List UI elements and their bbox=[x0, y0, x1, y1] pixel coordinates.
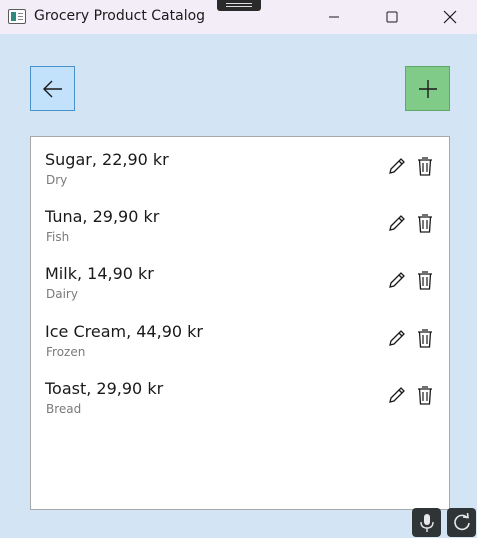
product-category: Dairy bbox=[46, 287, 78, 301]
product-name: Sugar, 22,90 kr bbox=[45, 150, 169, 169]
product-list: Sugar, 22,90 kr Dry Tuna, 29,90 kr Fish … bbox=[30, 136, 450, 510]
plus-icon bbox=[418, 79, 437, 98]
back-button[interactable] bbox=[30, 66, 75, 111]
microphone-icon bbox=[419, 513, 434, 532]
drag-grip-icon[interactable] bbox=[217, 0, 261, 11]
trash-icon[interactable] bbox=[416, 269, 434, 291]
trash-icon[interactable] bbox=[416, 155, 434, 177]
list-item[interactable]: Sugar, 22,90 kr Dry bbox=[31, 150, 449, 200]
product-name: Ice Cream, 44,90 kr bbox=[45, 322, 203, 341]
product-category: Frozen bbox=[46, 345, 86, 359]
minimize-icon bbox=[329, 16, 339, 18]
product-category: Fish bbox=[46, 230, 70, 244]
window-title: Grocery Product Catalog bbox=[34, 8, 206, 24]
product-name: Milk, 14,90 kr bbox=[45, 264, 154, 283]
title-bar: Grocery Product Catalog bbox=[0, 0, 477, 34]
pencil-icon[interactable] bbox=[386, 212, 408, 234]
pencil-icon[interactable] bbox=[386, 155, 408, 177]
list-item[interactable]: Tuna, 29,90 kr Fish bbox=[31, 207, 449, 257]
product-name: Toast, 29,90 kr bbox=[45, 379, 164, 398]
trash-icon[interactable] bbox=[416, 384, 434, 406]
maximize-icon bbox=[386, 11, 398, 23]
list-item[interactable]: Toast, 29,90 kr Bread bbox=[31, 379, 449, 429]
list-item[interactable]: Milk, 14,90 kr Dairy bbox=[31, 264, 449, 314]
product-category: Dry bbox=[46, 173, 68, 187]
microphone-button[interactable] bbox=[412, 508, 441, 537]
close-icon bbox=[443, 10, 457, 24]
refresh-icon bbox=[453, 512, 470, 530]
app-icon bbox=[8, 9, 26, 24]
trash-icon[interactable] bbox=[416, 327, 434, 349]
product-category: Bread bbox=[46, 402, 82, 416]
maximize-button[interactable] bbox=[369, 0, 415, 34]
pencil-icon[interactable] bbox=[386, 384, 408, 406]
refresh-button[interactable] bbox=[447, 508, 476, 537]
arrow-left-icon bbox=[42, 80, 62, 97]
add-product-button[interactable] bbox=[405, 66, 450, 111]
pencil-icon[interactable] bbox=[386, 327, 408, 349]
list-item[interactable]: Ice Cream, 44,90 kr Frozen bbox=[31, 322, 449, 372]
pencil-icon[interactable] bbox=[386, 269, 408, 291]
minimize-button[interactable] bbox=[311, 0, 357, 34]
close-button[interactable] bbox=[427, 0, 473, 34]
trash-icon[interactable] bbox=[416, 212, 434, 234]
product-name: Tuna, 29,90 kr bbox=[45, 207, 160, 226]
